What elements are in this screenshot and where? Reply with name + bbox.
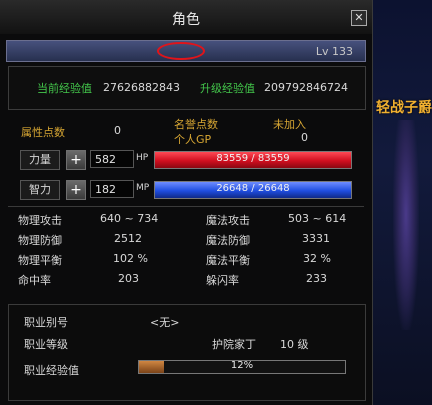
strength-label: 力量 [20,150,60,170]
mp-text: 26648 / 26648 [216,183,290,194]
add-intelligence-button[interactable]: + [66,180,86,200]
job-exp-label: 职业经验值 [24,364,79,377]
hp-bar: 83559 / 83559 [154,151,352,169]
intelligence-row: 智力 + 182 MP 26648 / 26648 [20,178,352,200]
job-exp-bar: 12% [138,360,346,374]
intelligence-label: 智力 [20,180,60,200]
job-exp-text: 12% [230,360,254,371]
physical-balance-label: 物理平衡 [18,254,62,267]
magic-defense-label: 魔法防御 [206,234,250,247]
magic-attack-label: 魔法攻击 [206,214,250,227]
physical-attack-label: 物理攻击 [18,214,62,227]
current-exp-label: 当前经验值 [37,82,92,95]
upgrade-exp-value: 209792846724 [264,81,348,94]
magic-defense-value: 3331 [302,232,330,245]
hit-rate-label: 命中率 [18,274,51,287]
upgrade-exp-label: 升级经验值 [200,82,255,95]
current-exp-value: 27626882843 [103,81,180,94]
strength-value: 582 [90,150,134,168]
honor-points-label: 名誉点数 [174,118,218,131]
magic-attack-value: 503 ~ 614 [288,212,347,225]
magic-balance-value: 32 % [303,252,331,265]
personal-gp-value: 0 [301,131,308,144]
hp-text: 83559 / 83559 [216,153,290,164]
physical-defense-value: 2512 [114,232,142,245]
physical-balance-value: 102 % [113,252,148,265]
physical-attack-value: 640 ~ 734 [100,212,159,225]
physical-defense-label: 物理防御 [18,234,62,247]
character-window: 角色 ✕ Lv 133 当前经验值 27626882843 升级经验值 2097… [0,0,373,405]
character-level: Lv 133 [315,45,353,58]
separator-1 [8,206,364,207]
scene-player-name: 轻战子爵 [376,100,432,116]
job-level-name: 护院家丁 [212,338,256,351]
job-level-value: 10 级 [280,338,309,351]
job-title-label: 职业别号 [24,316,68,329]
job-title-value: <无> [150,316,180,329]
attribute-points-label: 属性点数 [21,126,65,139]
window-title: 角色 [172,12,200,28]
hit-rate-value: 203 [118,272,139,285]
redaction-circle [157,42,205,60]
intelligence-value: 182 [90,180,134,198]
job-level-label: 职业等级 [24,338,68,351]
hp-tag: HP [136,153,149,163]
magic-balance-label: 魔法平衡 [206,254,250,267]
dodge-rate-value: 233 [306,272,327,285]
strength-row: 力量 + 582 HP 83559 / 83559 [20,148,352,170]
personal-gp-label: 个人GP [174,133,212,146]
honor-points-value: 未加入 [273,118,306,131]
scene-character-silhouette [393,120,419,330]
mp-tag: MP [136,183,150,193]
attribute-points-value: 0 [114,124,121,137]
add-strength-button[interactable]: + [66,150,86,170]
dodge-rate-label: 躲闪率 [206,274,239,287]
close-icon[interactable]: ✕ [351,10,367,26]
window-titlebar[interactable]: 角色 ✕ [0,0,372,34]
mp-bar: 26648 / 26648 [154,181,352,199]
